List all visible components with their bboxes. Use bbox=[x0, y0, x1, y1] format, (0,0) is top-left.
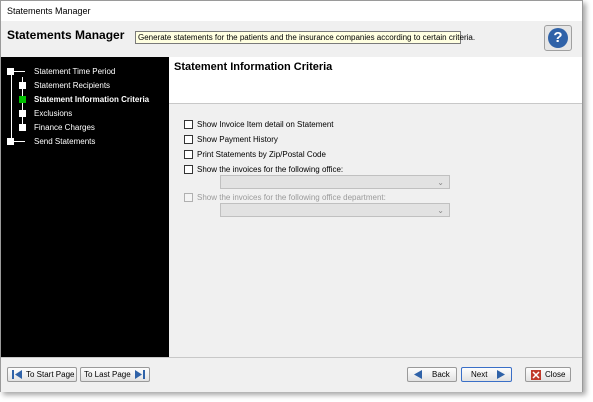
zip-code-option[interactable]: Print Statements by Zip/Postal Code bbox=[184, 150, 384, 162]
back-arrow-icon bbox=[414, 370, 422, 379]
zip-code-checkbox[interactable] bbox=[184, 150, 193, 159]
checkbox-label: Show Payment History bbox=[197, 135, 278, 144]
sidebar-item-recipients[interactable]: Statement Recipients bbox=[19, 80, 159, 92]
wizard-steps-tree: Statement Time Period Statement Recipien… bbox=[1, 57, 169, 357]
step-marker-icon bbox=[19, 82, 26, 89]
invoice-item-detail-option[interactable]: Show Invoice Item detail on Statement bbox=[184, 120, 384, 132]
skip-to-end-icon bbox=[135, 370, 145, 379]
office-filter-checkbox[interactable] bbox=[184, 165, 193, 174]
window-title: Statements Manager bbox=[7, 6, 91, 16]
checkbox-label: Show the invoices for the following offi… bbox=[197, 165, 344, 174]
tree-connector bbox=[11, 69, 12, 143]
button-label: Close bbox=[545, 370, 566, 379]
payment-history-option[interactable]: Show Payment History bbox=[184, 135, 384, 147]
sidebar-item-time-period[interactable]: Statement Time Period bbox=[7, 66, 157, 78]
step-marker-icon bbox=[7, 68, 14, 75]
close-icon bbox=[531, 370, 541, 380]
button-label: Back bbox=[432, 370, 450, 379]
back-button[interactable]: Back bbox=[407, 367, 457, 382]
button-label: To Last Page bbox=[84, 370, 131, 379]
close-button[interactable]: Close bbox=[525, 367, 571, 382]
sidebar-item-information-criteria[interactable]: Statement Information Criteria bbox=[19, 94, 167, 106]
next-button[interactable]: Next bbox=[461, 367, 512, 382]
sidebar-item-label: Exclusions bbox=[34, 109, 73, 118]
help-icon: ? bbox=[548, 28, 568, 48]
section-title: Statement Information Criteria bbox=[174, 61, 333, 73]
checkbox-label: Show Invoice Item detail on Statement bbox=[197, 120, 334, 129]
chevron-down-icon: ⌄ bbox=[437, 206, 444, 215]
payment-history-checkbox[interactable] bbox=[184, 135, 193, 144]
title-bar: Statements Manager bbox=[1, 1, 582, 21]
sidebar-item-label: Finance Charges bbox=[34, 123, 95, 132]
sidebar-item-send-statements[interactable]: Send Statements bbox=[7, 136, 157, 148]
step-marker-icon bbox=[19, 124, 26, 131]
sidebar-item-exclusions[interactable]: Exclusions bbox=[19, 108, 159, 120]
checkbox-label: Print Statements by Zip/Postal Code bbox=[197, 150, 326, 159]
sidebar-item-label: Statement Information Criteria bbox=[34, 95, 150, 104]
footer-bar: To Start Page To Last Page Back Next Clo… bbox=[1, 357, 582, 392]
checkbox-label: Show the invoices for the following offi… bbox=[197, 193, 386, 202]
department-select[interactable]: ⌄ bbox=[220, 203, 450, 217]
skip-to-start-icon bbox=[12, 370, 22, 379]
chevron-down-icon: ⌄ bbox=[437, 178, 444, 187]
header-panel: Statements Manager Generate statements f… bbox=[1, 21, 582, 58]
active-step-marker-icon bbox=[19, 96, 26, 103]
statements-manager-window: Statements Manager Statements Manager Ge… bbox=[0, 0, 583, 392]
step-marker-icon bbox=[7, 138, 14, 145]
content-header: Statement Information Criteria bbox=[169, 57, 582, 104]
department-filter-checkbox[interactable] bbox=[184, 193, 193, 202]
button-label: Next bbox=[471, 370, 488, 379]
invoice-item-detail-checkbox[interactable] bbox=[184, 120, 193, 129]
to-last-page-button[interactable]: To Last Page bbox=[80, 367, 150, 382]
page-title: Statements Manager bbox=[7, 28, 125, 42]
sidebar-item-label: Send Statements bbox=[34, 137, 96, 146]
description-tooltip: Generate statements for the patients and… bbox=[135, 31, 475, 44]
content-panel: Statement Information Criteria Show Invo… bbox=[169, 57, 582, 357]
sidebar-item-finance-charges[interactable]: Finance Charges bbox=[19, 122, 159, 134]
step-marker-icon bbox=[19, 110, 26, 117]
to-start-page-button[interactable]: To Start Page bbox=[7, 367, 77, 382]
sidebar-item-label: Statement Recipients bbox=[34, 81, 111, 90]
office-select[interactable]: ⌄ bbox=[220, 175, 450, 189]
help-button[interactable]: ? bbox=[544, 25, 572, 51]
button-label: To Start Page bbox=[26, 370, 75, 379]
sidebar-item-label: Statement Time Period bbox=[34, 67, 116, 76]
next-arrow-icon bbox=[497, 370, 505, 379]
